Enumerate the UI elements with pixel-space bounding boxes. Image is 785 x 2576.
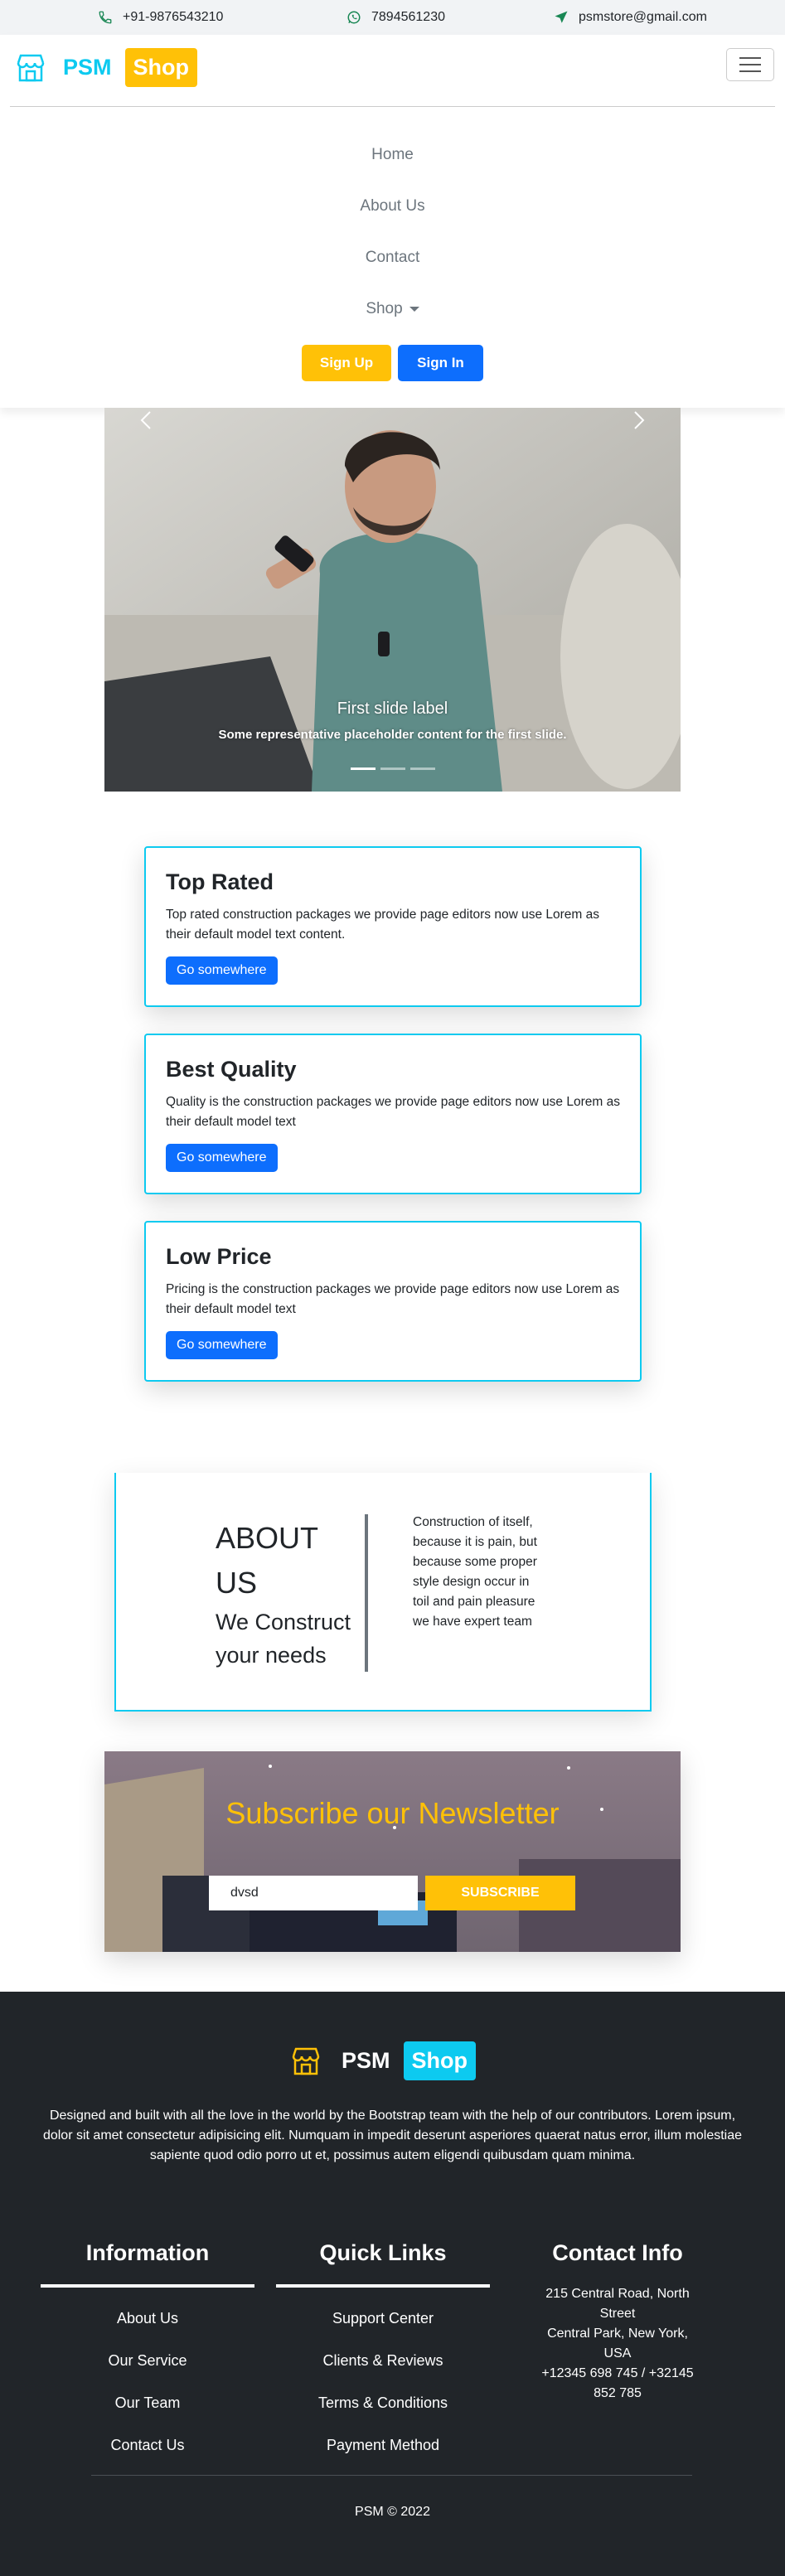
card-text: Top rated construction packages we provi…	[166, 908, 599, 942]
carousel-indicator[interactable]	[380, 767, 405, 770]
hamburger-icon-line	[739, 64, 761, 65]
feature-card-best-quality: Best Quality Quality is the construction…	[144, 1034, 642, 1194]
newsletter-title: Subscribe our Newsletter	[225, 1796, 560, 1830]
carousel-next-icon[interactable]	[626, 408, 651, 433]
card-text: Quality is the construction packages we …	[166, 1095, 620, 1129]
navbar: PSM Shop Home About Us Contact Shop Sign…	[0, 35, 785, 408]
footer-quick-links-column: Quick Links Support Center Clients & Rev…	[275, 2240, 491, 2477]
footer-title-underline	[41, 2284, 254, 2288]
about-subheading: We Construct your needs	[216, 1610, 351, 1668]
footer-phone-numbers: +12345 698 745 / +32145 852 785	[541, 2366, 694, 2400]
go-somewhere-button[interactable]: Go somewhere	[166, 1331, 278, 1359]
footer-contact-info: 215 Central Road, North Street Central P…	[539, 2284, 696, 2404]
hamburger-icon-line	[739, 70, 761, 72]
whatsapp-contact[interactable]: 7894561230	[346, 10, 445, 25]
nav-dropdown-shop-label: Shop	[366, 300, 403, 317]
caret-down-icon	[409, 306, 419, 312]
carousel-caption-title: First slide label	[337, 700, 448, 718]
footer-title-underline	[276, 2284, 490, 2288]
footer-link[interactable]: Contact Us	[40, 2434, 255, 2477]
email-contact[interactable]: psmstore@gmail.com	[554, 10, 707, 25]
carousel-prev-icon[interactable]	[134, 408, 159, 433]
footer-brand-psm: PSM	[342, 2048, 390, 2073]
footer-address-line: Central Park, New York, USA	[547, 2327, 688, 2361]
send-icon	[555, 11, 568, 23]
card-text: Pricing is the construction packages we …	[166, 1282, 620, 1316]
card-title: Low Price	[166, 1244, 272, 1269]
mall-background-image	[104, 1751, 681, 1952]
footer: PSM Shop Designed and built with all the…	[0, 1992, 785, 2576]
feature-card-top-rated: Top Rated Top rated construction package…	[144, 846, 642, 1007]
footer-contact-column: Contact Info 215 Central Road, North Str…	[539, 2240, 696, 2404]
whatsapp-icon	[347, 11, 361, 24]
newsletter-email-input[interactable]	[209, 1876, 418, 1910]
footer-link[interactable]: Clients & Reviews	[275, 2350, 491, 2392]
footer-column-title: Information	[85, 2240, 210, 2265]
footer-copyright: PSM © 2022	[355, 2505, 430, 2519]
footer-description: Designed and built with all the love in …	[42, 2109, 743, 2162]
brand-psm: PSM	[63, 55, 112, 80]
card-title: Best Quality	[166, 1057, 297, 1082]
footer-brand[interactable]: PSM Shop	[290, 2041, 477, 2080]
footer-link[interactable]: Our Team	[40, 2392, 255, 2434]
about-text: Construction of itself, because it is pa…	[413, 1515, 537, 1629]
whatsapp-number: 7894561230	[371, 10, 445, 24]
carousel-caption-text: Some representative placeholder content …	[218, 728, 567, 742]
card-title: Top Rated	[166, 869, 274, 894]
nav-link-contact[interactable]: Contact	[0, 249, 785, 267]
go-somewhere-button[interactable]: Go somewhere	[166, 1144, 278, 1172]
brand-logo[interactable]: PSM Shop	[15, 48, 198, 87]
newsletter-section: Subscribe our Newsletter SUBSCRIBE	[104, 1751, 681, 1952]
feature-card-low-price: Low Price Pricing is the construction pa…	[144, 1221, 642, 1382]
carousel-indicators	[351, 767, 435, 770]
hero-carousel: First slide label Some representative pl…	[104, 408, 681, 792]
footer-divider	[91, 2475, 692, 2476]
email-address: psmstore@gmail.com	[579, 10, 707, 24]
footer-link[interactable]: Terms & Conditions	[275, 2392, 491, 2434]
carousel-indicator[interactable]	[410, 767, 435, 770]
footer-link[interactable]: About Us	[40, 2307, 255, 2350]
phone-icon	[99, 11, 112, 24]
footer-brand-shop: Shop	[403, 2041, 477, 2080]
footer-column-title: Quick Links	[319, 2240, 447, 2265]
navbar-divider	[10, 106, 775, 107]
nav-link-home[interactable]: Home	[0, 146, 785, 164]
about-section: ABOUT US We Construct your needs Constru…	[114, 1473, 652, 1712]
about-heading: ABOUT US	[216, 1521, 318, 1600]
hamburger-icon-line	[739, 57, 761, 59]
phone-contact[interactable]: +91-9876543210	[98, 10, 223, 25]
top-contact-bar: +91-9876543210 7894561230 psmstore@gmail…	[0, 0, 785, 35]
brand-shop: Shop	[124, 48, 198, 87]
footer-link[interactable]: Our Service	[40, 2350, 255, 2392]
store-icon	[292, 2047, 320, 2075]
go-somewhere-button[interactable]: Go somewhere	[166, 956, 278, 985]
nav-dropdown-shop[interactable]: Shop	[0, 300, 785, 318]
signin-button[interactable]: Sign In	[398, 345, 483, 381]
subscribe-button[interactable]: SUBSCRIBE	[425, 1876, 575, 1910]
signup-button[interactable]: Sign Up	[302, 345, 391, 381]
carousel-indicator[interactable]	[351, 767, 376, 770]
footer-link[interactable]: Support Center	[275, 2307, 491, 2350]
store-icon	[17, 54, 45, 81]
footer-address-line: 215 Central Road, North Street	[545, 2287, 690, 2321]
footer-information-column: Information About Us Our Service Our Tea…	[40, 2240, 255, 2477]
phone-number: +91-9876543210	[123, 10, 224, 24]
nav-link-about[interactable]: About Us	[0, 197, 785, 215]
navbar-toggler-button[interactable]	[726, 48, 774, 81]
about-divider	[365, 1514, 368, 1672]
footer-column-title: Contact Info	[552, 2240, 683, 2265]
footer-link[interactable]: Payment Method	[275, 2434, 491, 2477]
